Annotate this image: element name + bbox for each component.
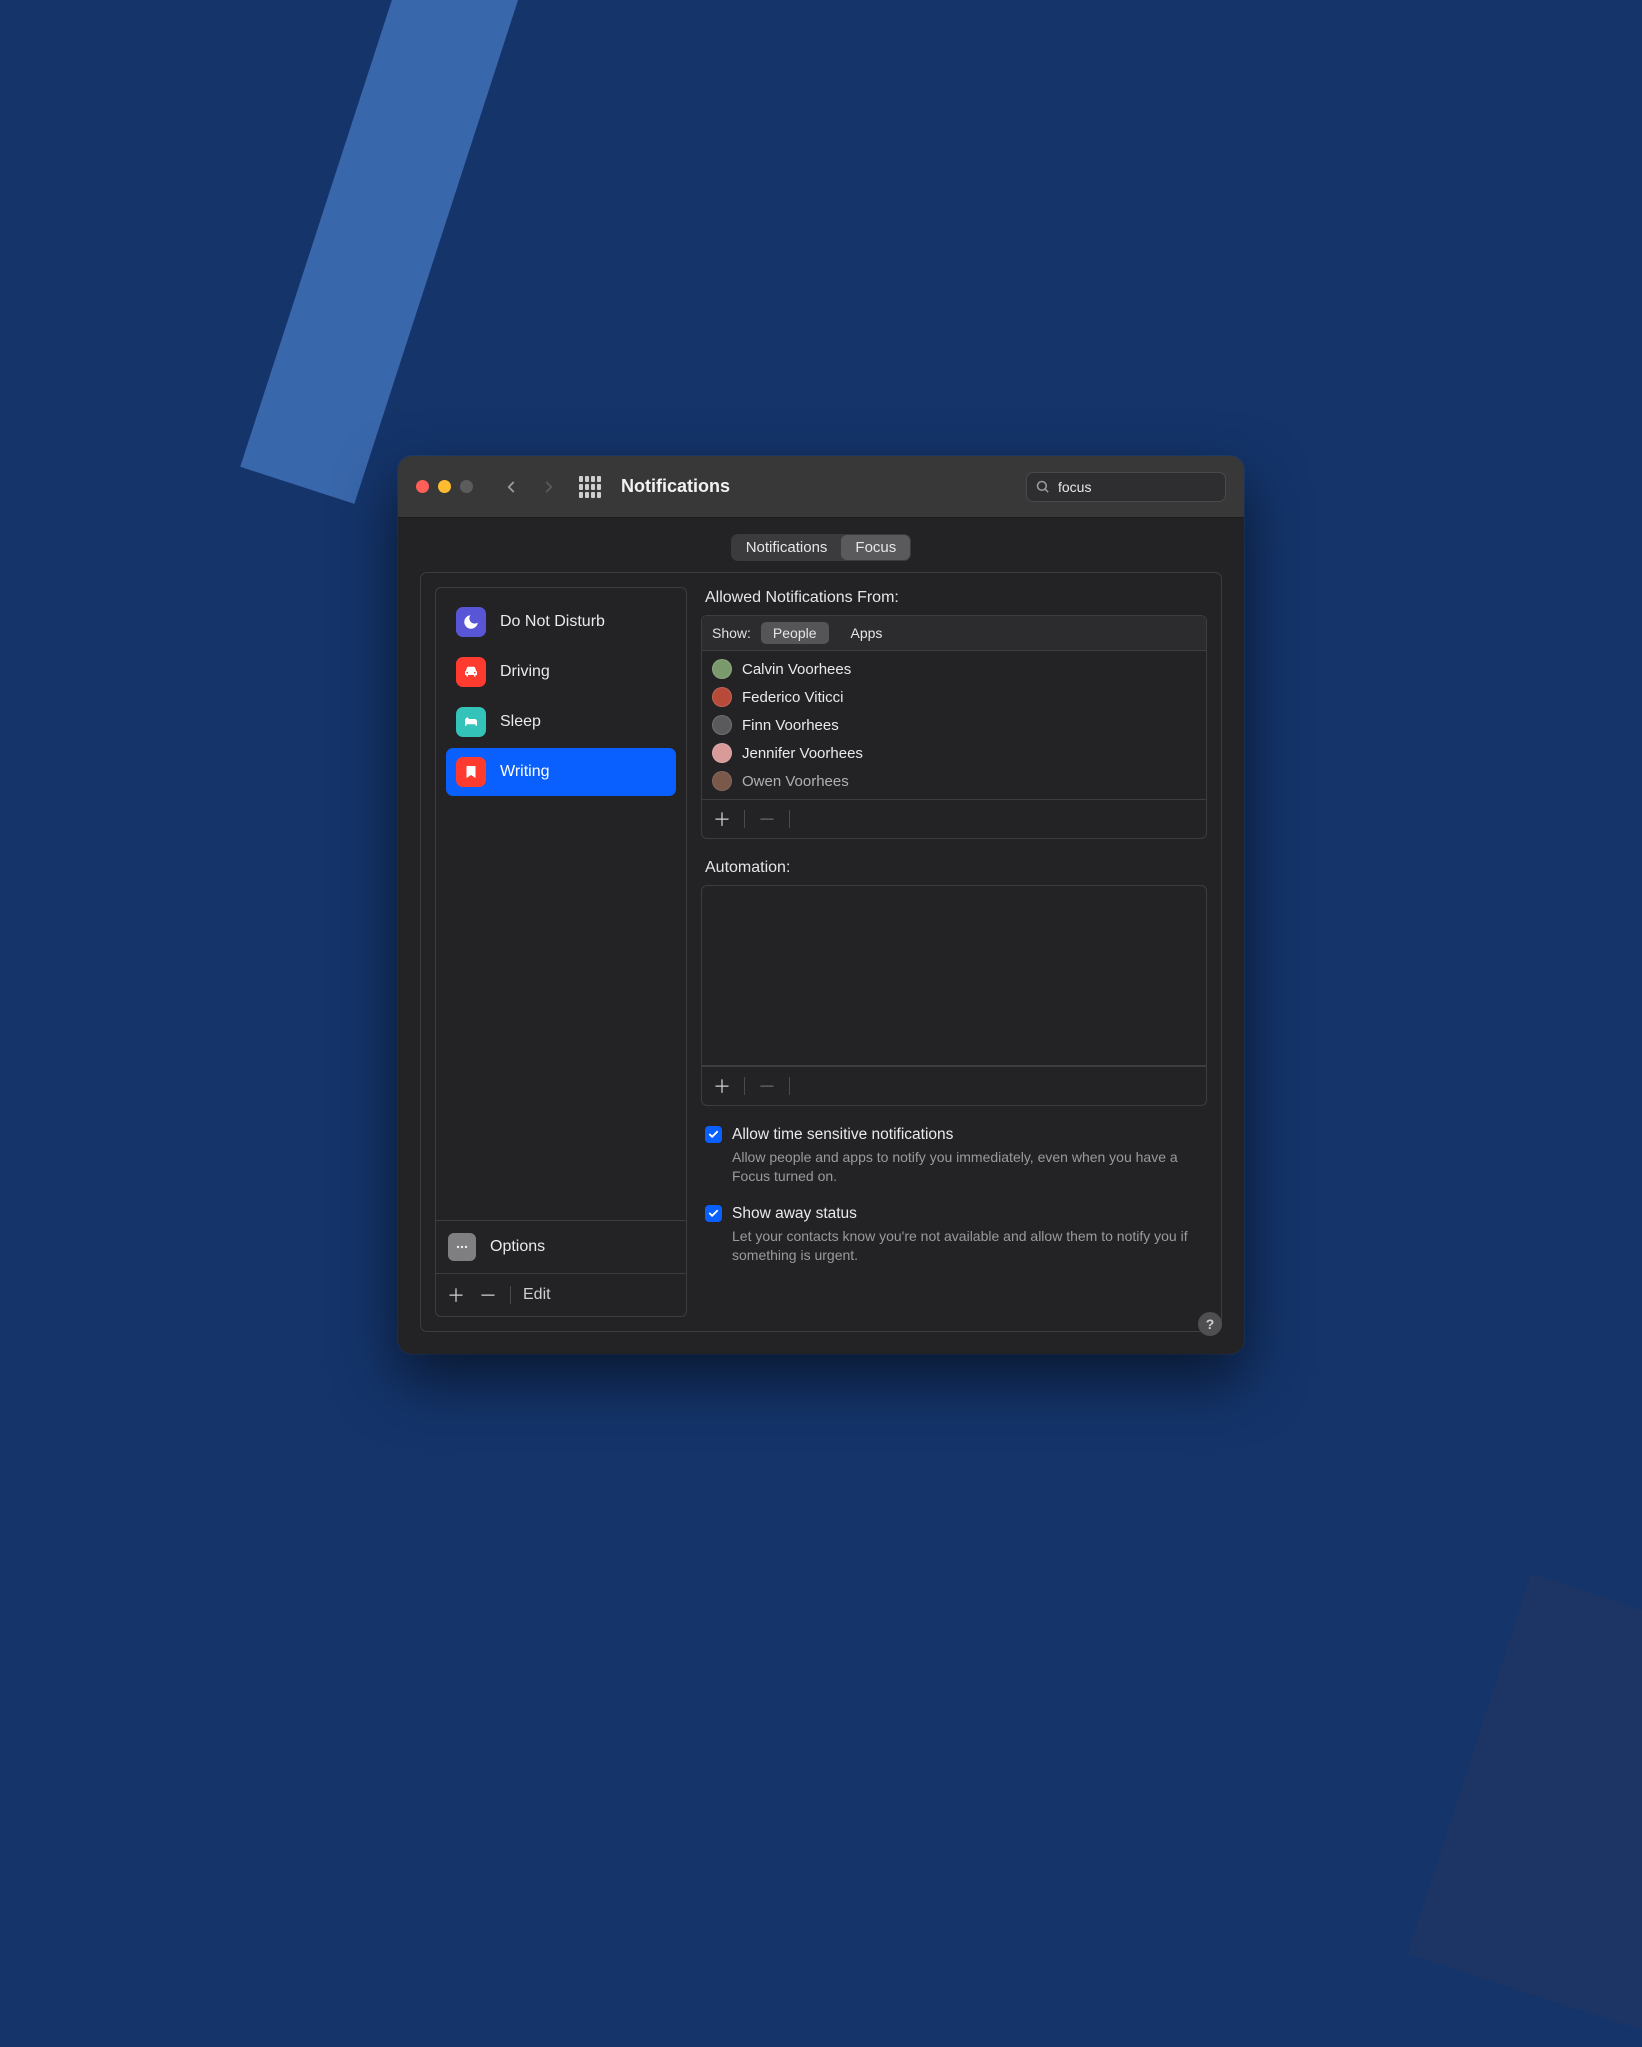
- focus-item-label: Driving: [500, 663, 550, 681]
- avatar: [712, 659, 732, 679]
- focus-item-dnd[interactable]: Do Not Disturb: [446, 598, 676, 646]
- away-status-row: Show away status Let your contacts know …: [701, 1203, 1207, 1264]
- back-button[interactable]: [497, 473, 525, 501]
- time-sensitive-desc: Allow people and apps to notify you imme…: [732, 1148, 1207, 1186]
- time-sensitive-row: Allow time sensitive notifications Allow…: [701, 1124, 1207, 1185]
- filter-people[interactable]: People: [761, 622, 829, 644]
- remove-focus-button[interactable]: －: [478, 1282, 498, 1308]
- bed-icon: [456, 707, 486, 737]
- focus-item-label: Do Not Disturb: [500, 613, 605, 631]
- automation-list: [702, 886, 1206, 1066]
- focus-item-writing[interactable]: Writing: [446, 748, 676, 796]
- person-row[interactable]: Jennifer Voorhees: [702, 739, 1206, 767]
- automation-label: Automation:: [705, 859, 1207, 877]
- search-input[interactable]: [1058, 479, 1239, 495]
- car-icon: [456, 657, 486, 687]
- person-row[interactable]: Owen Voorhees: [702, 767, 1206, 795]
- focus-detail: Allowed Notifications From: Show: People…: [701, 587, 1207, 1317]
- away-status-label: Show away status: [732, 1203, 1207, 1225]
- focus-panel: Do Not Disturb Driving Sleep: [420, 572, 1222, 1332]
- avatar: [712, 743, 732, 763]
- away-status-desc: Let your contacts know you're not availa…: [732, 1227, 1207, 1265]
- automation-box: ＋ －: [701, 885, 1207, 1106]
- avatar: [712, 715, 732, 735]
- time-sensitive-checkbox[interactable]: [705, 1126, 722, 1143]
- window-controls: [416, 480, 473, 493]
- show-all-icon[interactable]: [579, 476, 601, 498]
- person-name: Finn Voorhees: [742, 717, 839, 734]
- options-label: Options: [490, 1238, 545, 1256]
- filter-apps[interactable]: Apps: [839, 622, 895, 644]
- edit-button[interactable]: Edit: [523, 1286, 551, 1304]
- focus-item-sleep[interactable]: Sleep: [446, 698, 676, 746]
- preferences-window: Notifications ✕ Notifications Focus: [398, 456, 1244, 1354]
- person-row[interactable]: Calvin Voorhees: [702, 655, 1206, 683]
- zoom-window-button[interactable]: [460, 480, 473, 493]
- focus-sidebar: Do Not Disturb Driving Sleep: [435, 587, 687, 1317]
- person-name: Jennifer Voorhees: [742, 745, 863, 762]
- search-icon: [1035, 479, 1050, 494]
- minimize-window-button[interactable]: [438, 480, 451, 493]
- search-field[interactable]: ✕: [1026, 472, 1226, 502]
- show-label: Show:: [712, 625, 751, 641]
- allowed-footer: ＋ －: [702, 799, 1206, 838]
- tab-notifications[interactable]: Notifications: [732, 535, 842, 560]
- tab-focus[interactable]: Focus: [841, 535, 910, 560]
- close-window-button[interactable]: [416, 480, 429, 493]
- automation-footer: ＋ －: [702, 1066, 1206, 1105]
- sidebar-footer: ＋ － Edit: [436, 1273, 686, 1316]
- person-row[interactable]: Federico Viticci: [702, 683, 1206, 711]
- titlebar: Notifications ✕: [398, 456, 1244, 518]
- focus-options-row[interactable]: Options: [436, 1220, 686, 1273]
- focus-list: Do Not Disturb Driving Sleep: [436, 588, 686, 1220]
- add-person-button[interactable]: ＋: [712, 806, 732, 832]
- focus-item-driving[interactable]: Driving: [446, 648, 676, 696]
- people-list: Calvin Voorhees Federico Viticci Finn Vo…: [702, 651, 1206, 799]
- person-name: Federico Viticci: [742, 689, 843, 706]
- tab-switcher: Notifications Focus: [731, 534, 912, 561]
- avatar: [712, 687, 732, 707]
- avatar: [712, 771, 732, 791]
- add-focus-button[interactable]: ＋: [446, 1282, 466, 1308]
- remove-automation-button[interactable]: －: [757, 1073, 777, 1099]
- away-status-checkbox[interactable]: [705, 1205, 722, 1222]
- allowed-box: Show: People Apps Calvin Voorhees F: [701, 615, 1207, 839]
- help-button[interactable]: ?: [1198, 1312, 1222, 1336]
- focus-item-label: Sleep: [500, 713, 541, 731]
- forward-button[interactable]: [535, 473, 563, 501]
- allowed-label: Allowed Notifications From:: [705, 589, 1207, 607]
- person-name: Calvin Voorhees: [742, 661, 851, 678]
- content-area: Notifications Focus Do Not Disturb: [398, 518, 1244, 1354]
- window-title: Notifications: [621, 476, 730, 497]
- remove-person-button[interactable]: －: [757, 806, 777, 832]
- person-name: Owen Voorhees: [742, 773, 849, 790]
- add-automation-button[interactable]: ＋: [712, 1073, 732, 1099]
- focus-item-label: Writing: [500, 763, 550, 781]
- bookmark-icon: [456, 757, 486, 787]
- show-filter: Show: People Apps: [702, 616, 1206, 651]
- ellipsis-icon: [448, 1233, 476, 1261]
- time-sensitive-label: Allow time sensitive notifications: [732, 1124, 1207, 1146]
- moon-icon: [456, 607, 486, 637]
- person-row[interactable]: Finn Voorhees: [702, 711, 1206, 739]
